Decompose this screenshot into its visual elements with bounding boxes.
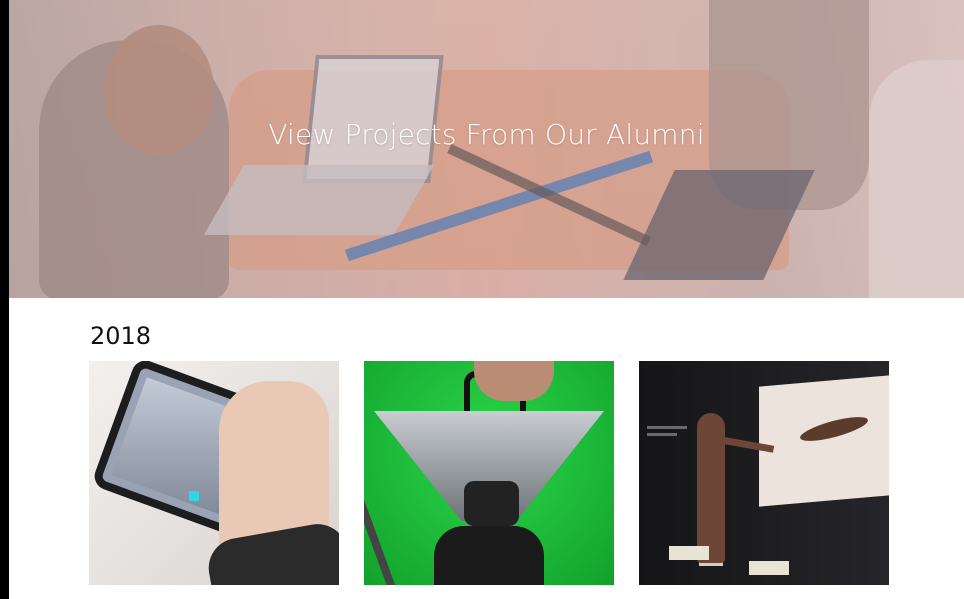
projection-screen [759,375,889,507]
wall-text [647,433,677,436]
project-card-projection-installation[interactable] [639,361,889,585]
project-card-360-camera[interactable] [364,361,614,585]
hand-image [474,361,554,401]
hero-banner: View Projects From Our Alumni [9,0,964,298]
camera-base-image [434,526,544,585]
camera-image [464,481,519,526]
year-heading: 2018 [90,322,152,350]
project-card-ar-book[interactable] [89,361,339,585]
floor-tile [749,561,789,575]
floor-tile [669,546,709,560]
page-left-edge [0,0,9,599]
hero-title: View Projects From Our Alumni [268,118,705,151]
ar-particle [189,491,199,501]
wall-text [647,426,687,429]
